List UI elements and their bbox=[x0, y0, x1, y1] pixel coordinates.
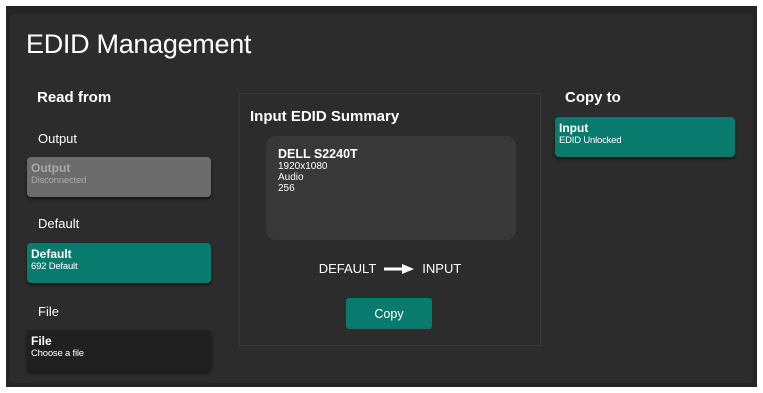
summary-heading: Input EDID Summary bbox=[250, 108, 400, 125]
tile-status: Disconnected bbox=[31, 175, 87, 186]
tile-status: Choose a file bbox=[31, 348, 84, 359]
group-label-file: File bbox=[38, 304, 59, 319]
tile-name: Input bbox=[559, 121, 589, 135]
edid-management-panel: EDID Management Read from Output Output … bbox=[10, 14, 753, 383]
read-from-output-tile: Output Disconnected bbox=[27, 157, 211, 197]
arrow-right-icon bbox=[384, 262, 415, 277]
read-from-file-tile[interactable]: File Choose a file bbox=[27, 330, 211, 371]
tile-name: Default bbox=[31, 247, 72, 261]
input-edid-summary: Input EDID Summary DELL S2240T 1920x1080… bbox=[239, 93, 541, 346]
tile-status: 692 Default bbox=[31, 261, 78, 272]
tile-name: File bbox=[31, 334, 52, 348]
tile-name: Output bbox=[31, 161, 71, 175]
audio-value: Audio bbox=[278, 172, 304, 183]
tile-status: EDID Unlocked bbox=[559, 135, 622, 146]
flow-target: INPUT bbox=[422, 261, 462, 276]
resolution-value: 1920x1080 bbox=[278, 161, 328, 172]
copy-to-heading: Copy to bbox=[565, 89, 621, 106]
group-label-default: Default bbox=[38, 216, 80, 231]
page-title: EDID Management bbox=[26, 29, 252, 59]
flow-source: DEFAULT bbox=[318, 261, 377, 276]
read-from-heading: Read from bbox=[37, 89, 112, 106]
edid-summary-card: DELL S2240T 1920x1080 Audio 256 bbox=[266, 136, 516, 240]
copy-flow-indicator: DEFAULT INPUT bbox=[240, 261, 540, 277]
app-frame: EDID Management Read from Output Output … bbox=[6, 6, 757, 387]
group-label-output: Output bbox=[38, 131, 78, 146]
edid-size-value: 256 bbox=[278, 183, 295, 194]
copy-button[interactable]: Copy bbox=[346, 298, 432, 329]
device-name: DELL S2240T bbox=[278, 147, 358, 161]
read-from-default-tile[interactable]: Default 692 Default bbox=[27, 243, 211, 283]
copy-to-input-tile[interactable]: Input EDID Unlocked bbox=[555, 117, 735, 157]
